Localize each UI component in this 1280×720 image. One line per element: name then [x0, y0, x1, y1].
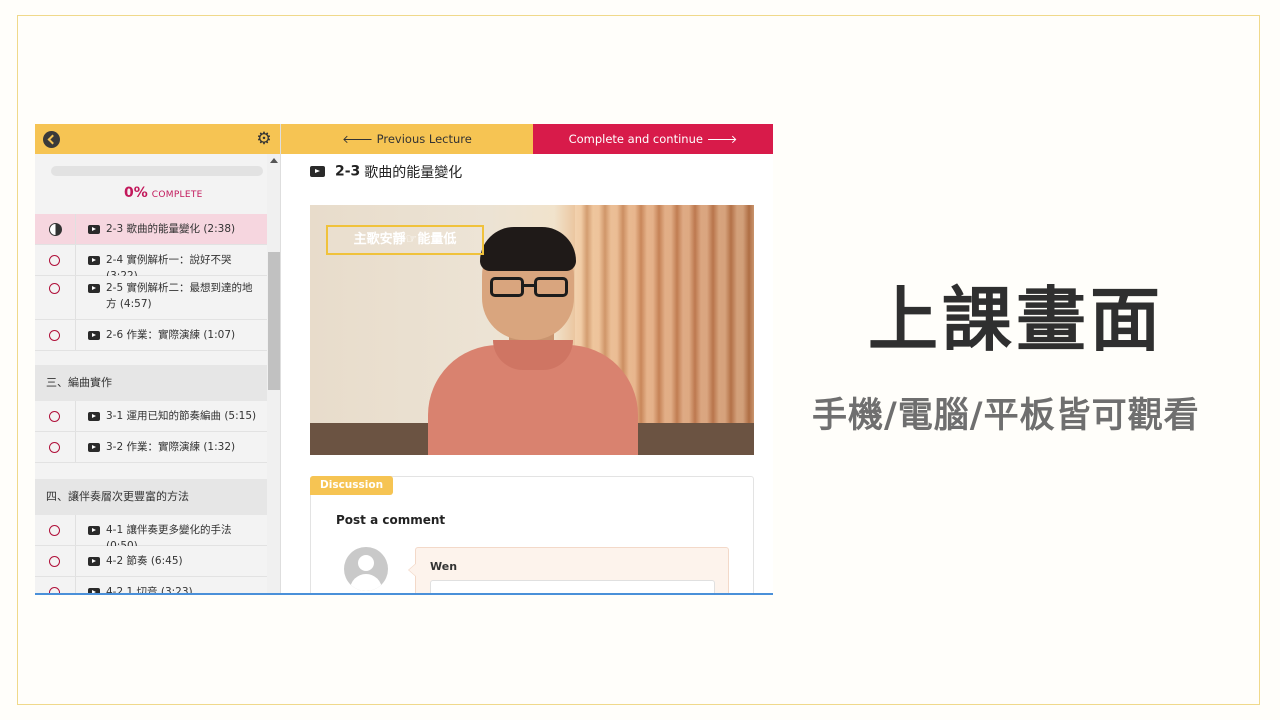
- progress-complete-text: COMPLETE: [151, 190, 203, 200]
- circle-icon: [49, 283, 60, 294]
- curriculum-sidebar: ⚙ 0% COMPLETE 2-3 歌曲的能量變化 (2:38) 2-4 實例解析…: [35, 124, 281, 595]
- lecture-item-2-3[interactable]: 2-3 歌曲的能量變化 (2:38): [35, 214, 267, 245]
- lecture-item-4-1[interactable]: 4-1 讓伴奏更多變化的手法 (0:50): [35, 515, 267, 552]
- lecture-title: 4-2 節奏 (6:45): [106, 555, 183, 567]
- video-caption: 主歌安靜☞能量低: [326, 225, 484, 255]
- video-icon: [88, 588, 100, 593]
- video-icon: [88, 526, 100, 535]
- lecture-item-3-1[interactable]: 3-1 運用已知的節奏編曲 (5:15): [35, 401, 267, 432]
- avatar: [344, 547, 388, 591]
- section-header-3: 三、編曲實作: [35, 365, 267, 401]
- video-player[interactable]: 主歌安靜☞能量低: [310, 205, 754, 455]
- progress-label: 0% COMPLETE: [124, 185, 203, 201]
- lecture-title: 2-6 作業：實際演練 (1:07): [106, 329, 236, 341]
- circle-icon: [49, 330, 60, 341]
- lecture-number: 2-3: [335, 163, 361, 180]
- post-comment-title: Post a comment: [336, 513, 446, 527]
- video-icon: [88, 284, 100, 293]
- promo-subtitle: 手機/電腦/平板皆可觀看: [812, 396, 1200, 436]
- course-player: ⚙ 0% COMPLETE 2-3 歌曲的能量變化 (2:38) 2-4 實例解析…: [35, 124, 773, 595]
- lecture-title: 3-1 運用已知的節奏編曲 (5:15): [106, 410, 257, 422]
- comment-input[interactable]: [430, 580, 715, 593]
- video-icon: [88, 412, 100, 421]
- video-icon: [88, 256, 100, 265]
- lecture-item-4-2-1[interactable]: 4-2.1 切音 (3:23): [35, 577, 267, 595]
- lecture-item-2-5[interactable]: 2-5 實例解析二：最想到達的地方 (4:57): [35, 276, 267, 320]
- sidebar-scrollbar[interactable]: [267, 154, 280, 593]
- check-column: [35, 432, 76, 462]
- comment-box: Wen: [408, 547, 729, 593]
- video-icon: [88, 225, 100, 234]
- check-column: [35, 577, 76, 593]
- back-icon[interactable]: [43, 131, 60, 148]
- discussion-tag: Discussion: [310, 476, 394, 495]
- circle-icon: [49, 556, 60, 567]
- lecture-item-2-4[interactable]: 2-4 實例解析一：說好不哭 (3:22): [35, 245, 267, 282]
- commenter-name: Wen: [430, 560, 458, 573]
- lecture-item-2-6[interactable]: 2-6 作業：實際演練 (1:07): [35, 320, 267, 351]
- check-column: [35, 546, 76, 576]
- lecture-list: 2-3 歌曲的能量變化 (2:38) 2-4 實例解析一：說好不哭 (3:22)…: [35, 214, 267, 595]
- section-header-4: 四、讓伴奏層次更豐富的方法: [35, 479, 267, 515]
- circle-icon: [49, 442, 60, 453]
- lecture-item-3-2[interactable]: 3-2 作業：實際演練 (1:32): [35, 432, 267, 463]
- check-column: [35, 515, 76, 545]
- lecture-title: 3-2 作業：實際演練 (1:32): [106, 441, 236, 453]
- video-icon: [310, 166, 325, 177]
- gear-icon[interactable]: ⚙: [255, 130, 273, 148]
- scroll-up-arrow-icon[interactable]: [270, 158, 278, 163]
- check-column: [35, 276, 76, 319]
- check-column: [35, 401, 76, 431]
- scroll-thumb[interactable]: [268, 252, 280, 390]
- promo-title: 上課畫面: [868, 279, 1164, 361]
- check-column: [35, 214, 76, 244]
- circle-icon: [49, 411, 60, 422]
- lecture-title: 4-2.1 切音 (3:23): [106, 586, 193, 595]
- video-icon: [88, 557, 100, 566]
- video-icon: [88, 443, 100, 452]
- lecture-title: 2-3 歌曲的能量變化 (2:38): [106, 223, 236, 235]
- progress-percent: 0%: [124, 185, 148, 201]
- lecture-title: 2-5 實例解析二：最想到達的地方 (4:57): [106, 282, 253, 310]
- half-circle-icon: [49, 223, 62, 236]
- sidebar-header: ⚙: [35, 124, 280, 154]
- lecture-heading: 2-3 歌曲的能量變化: [310, 161, 462, 182]
- presenter-hair: [480, 227, 576, 271]
- progress-bar: [51, 166, 263, 176]
- check-column: [35, 245, 76, 275]
- circle-icon: [49, 525, 60, 536]
- discussion-panel: Discussion Post a comment Wen: [310, 476, 754, 593]
- lecture-title-heading: 歌曲的能量變化: [364, 164, 463, 181]
- presenter-glasses: [486, 277, 572, 299]
- circle-icon: [49, 587, 60, 593]
- previous-lecture-button[interactable]: 🡐 Previous Lecture: [281, 124, 533, 154]
- video-icon: [88, 331, 100, 340]
- check-column: [35, 320, 76, 350]
- circle-icon: [49, 255, 60, 266]
- lecture-item-4-2[interactable]: 4-2 節奏 (6:45): [35, 546, 267, 577]
- complete-continue-button[interactable]: Complete and continue 🡒: [533, 124, 773, 154]
